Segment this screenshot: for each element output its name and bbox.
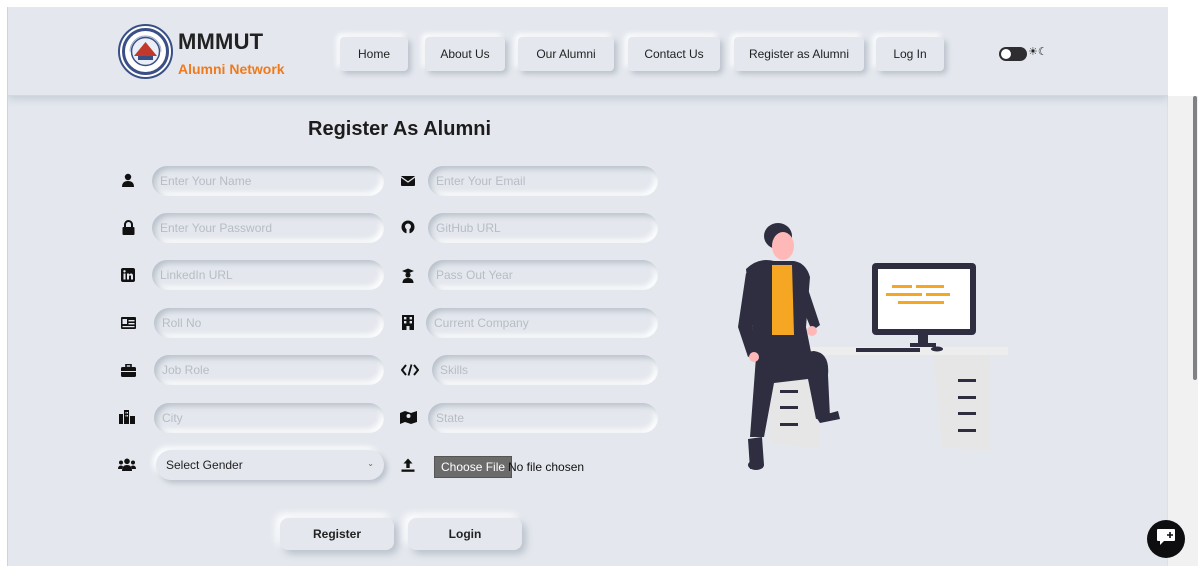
theme-toggle[interactable] <box>999 47 1027 61</box>
chevron-down-icon: ⌄ <box>367 459 374 468</box>
logo-subtitle: Alumni Network <box>178 61 285 77</box>
state-input[interactable] <box>428 403 658 433</box>
city-icon <box>119 409 135 425</box>
city-input[interactable] <box>154 403 384 433</box>
linkedin-icon <box>120 267 136 283</box>
nav-our-alumni-button[interactable]: Our Alumni <box>518 37 614 71</box>
password-input[interactable] <box>152 213 384 243</box>
scrollbar-thumb[interactable] <box>1193 96 1197 380</box>
register-button[interactable]: Register <box>280 518 394 550</box>
desk-right-cabinet <box>933 355 990 451</box>
current-company-input[interactable] <box>426 308 658 338</box>
nav-home-button[interactable]: Home <box>340 37 408 71</box>
id-card-icon <box>120 315 136 331</box>
linkedin-input[interactable] <box>152 260 384 290</box>
nav-register-alumni-button[interactable]: Register as Alumni <box>734 37 864 71</box>
form-title: Register As Alumni <box>308 118 491 140</box>
lock-icon <box>120 219 136 235</box>
page-frame: MMMUT Alumni Network Home About Us Our A… <box>7 7 1168 566</box>
person-head <box>772 232 794 260</box>
map-icon <box>399 409 417 425</box>
job-role-input[interactable] <box>154 355 384 385</box>
upload-icon <box>400 457 416 473</box>
name-input[interactable] <box>152 166 384 196</box>
choose-file-button[interactable]: Choose File <box>434 456 513 478</box>
developer-illustration <box>738 223 1008 470</box>
briefcase-icon <box>120 362 136 378</box>
user-icon <box>120 172 136 188</box>
building-icon <box>400 314 416 330</box>
chat-icon <box>1156 528 1176 551</box>
theme-toggle-knob <box>1001 49 1011 59</box>
logo-seal[interactable] <box>118 24 173 79</box>
no-file-text: No file chosen <box>508 460 585 474</box>
logo-title: MMMUT <box>178 29 264 54</box>
skills-input[interactable] <box>432 355 658 385</box>
code-icon <box>400 362 420 378</box>
person-shirt <box>772 265 794 335</box>
nav-about-button[interactable]: About Us <box>425 37 505 71</box>
github-icon <box>400 219 416 235</box>
roll-no-input[interactable] <box>154 308 384 338</box>
envelope-icon <box>400 173 416 189</box>
sun-moon-icon: ☀☾ <box>1028 46 1048 58</box>
users-icon <box>118 456 136 472</box>
pass-out-year-input[interactable] <box>428 260 658 290</box>
gender-select[interactable]: Select Gender ⌄ <box>156 450 384 480</box>
header: MMMUT Alumni Network Home About Us Our A… <box>8 7 1168 96</box>
gender-select-value: Select Gender <box>166 458 243 472</box>
mouse <box>931 346 943 352</box>
nav-contact-button[interactable]: Contact Us <box>628 37 720 71</box>
chat-button[interactable] <box>1147 520 1185 558</box>
email-input[interactable] <box>428 166 658 196</box>
graduation-icon <box>400 267 416 283</box>
login-button[interactable]: Login <box>408 518 522 550</box>
keyboard <box>856 348 920 352</box>
github-input[interactable] <box>428 213 658 243</box>
nav-login-button[interactable]: Log In <box>876 37 944 71</box>
